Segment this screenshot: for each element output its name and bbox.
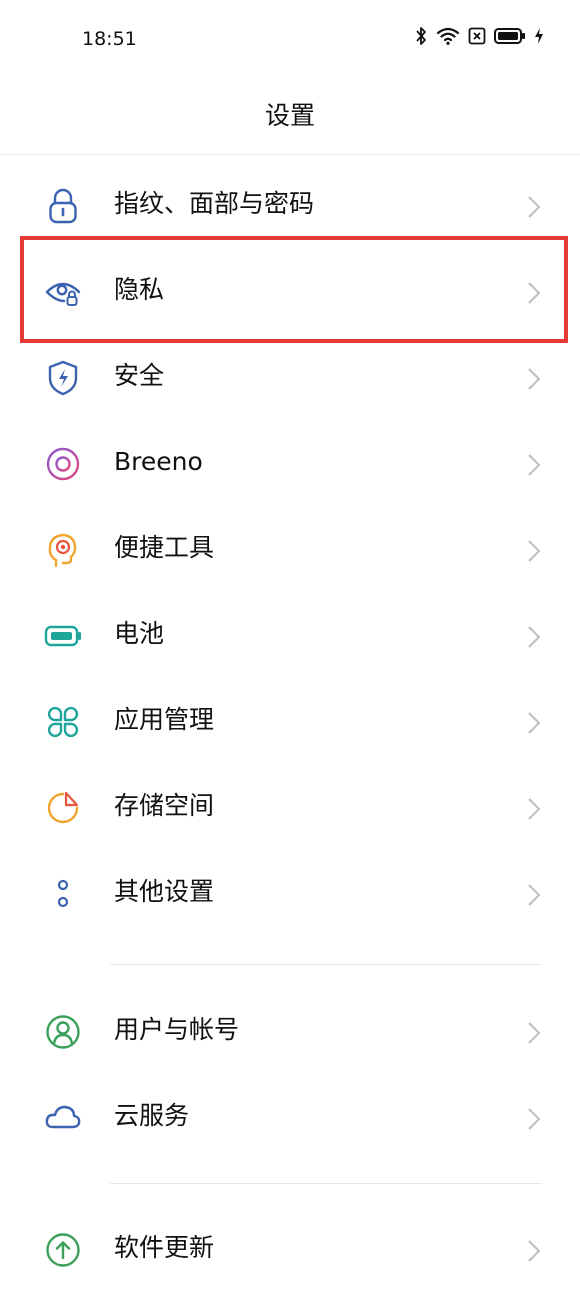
settings-item-label: 便捷工具 bbox=[114, 533, 215, 562]
status-time: 18:51 bbox=[82, 28, 137, 50]
bluetooth-icon bbox=[416, 27, 426, 45]
chevron-right-icon bbox=[528, 196, 541, 218]
battery-icon bbox=[494, 28, 525, 44]
sim-off-icon bbox=[468, 27, 486, 45]
apps-grid-icon bbox=[47, 706, 79, 738]
settings-item-label: 隐私 bbox=[114, 275, 165, 304]
settings-item-label: 应用管理 bbox=[114, 705, 215, 734]
chevron-right-icon bbox=[528, 454, 541, 476]
settings-item-label: 指纹、面部与密码 bbox=[114, 189, 315, 218]
chevron-right-icon bbox=[528, 798, 541, 820]
settings-item-label: 安全 bbox=[114, 361, 165, 390]
section-divider bbox=[110, 1183, 542, 1184]
settings-item-label: 存储空间 bbox=[114, 791, 215, 820]
more-dots-icon bbox=[57, 879, 69, 908]
chevron-right-icon bbox=[528, 884, 541, 906]
settings-item-privacy[interactable]: 隐私 bbox=[0, 248, 580, 334]
settings-item-fingerprint-face-password[interactable]: 指纹、面部与密码 bbox=[0, 162, 580, 248]
settings-item-label: Breeno bbox=[114, 447, 203, 476]
chevron-right-icon bbox=[528, 1108, 541, 1130]
battery-setting-icon bbox=[44, 625, 81, 647]
header-divider bbox=[0, 154, 580, 155]
settings-item-convenience-tools[interactable]: 便捷工具 bbox=[0, 506, 580, 592]
settings-item-battery[interactable]: 电池 bbox=[0, 592, 580, 678]
breeno-icon bbox=[46, 447, 80, 481]
settings-item-label: 用户与帐号 bbox=[114, 1015, 240, 1044]
settings-item-cloud-service[interactable]: 云服务 bbox=[0, 1074, 580, 1160]
user-icon bbox=[46, 1015, 80, 1049]
settings-item-label: 电池 bbox=[114, 619, 165, 648]
settings-item-users-accounts[interactable]: 用户与帐号 bbox=[0, 988, 580, 1074]
settings-item-software-update[interactable]: 软件更新 bbox=[0, 1206, 580, 1292]
chevron-right-icon bbox=[528, 282, 541, 304]
section-divider bbox=[110, 964, 542, 965]
settings-item-label: 云服务 bbox=[114, 1101, 190, 1130]
chevron-right-icon bbox=[528, 1022, 541, 1044]
privacy-eye-icon bbox=[45, 282, 81, 306]
settings-item-security[interactable]: 安全 bbox=[0, 334, 580, 420]
chevron-right-icon bbox=[528, 540, 541, 562]
chevron-right-icon bbox=[528, 1240, 541, 1262]
shield-icon bbox=[48, 360, 78, 396]
page-title: 设置 bbox=[264, 101, 315, 130]
status-icons bbox=[414, 26, 544, 46]
update-arrow-icon bbox=[46, 1233, 80, 1267]
status-bar: 18:51 bbox=[0, 0, 580, 78]
settings-item-storage[interactable]: 存储空间 bbox=[0, 764, 580, 850]
lock-icon bbox=[49, 188, 77, 224]
cloud-icon bbox=[45, 1105, 81, 1129]
settings-item-app-management[interactable]: 应用管理 bbox=[0, 678, 580, 764]
settings-item-breeno[interactable]: Breeno bbox=[0, 420, 580, 506]
chevron-right-icon bbox=[528, 626, 541, 648]
settings-item-label: 其他设置 bbox=[114, 877, 215, 906]
chevron-right-icon bbox=[528, 368, 541, 390]
storage-pie-icon bbox=[47, 791, 79, 824]
settings-item-other-settings[interactable]: 其他设置 bbox=[0, 850, 580, 936]
chevron-right-icon bbox=[528, 712, 541, 734]
settings-item-label: 软件更新 bbox=[114, 1233, 215, 1262]
wifi-icon bbox=[436, 27, 460, 45]
charging-icon bbox=[535, 28, 543, 44]
head-target-icon bbox=[48, 533, 77, 568]
